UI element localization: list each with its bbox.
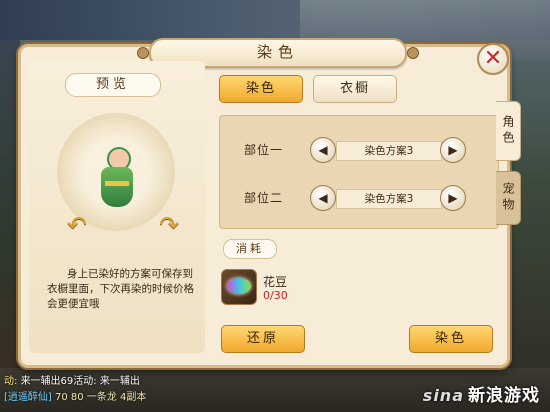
item-count: 0/30 xyxy=(263,289,288,302)
scheme-value: 染色方案3 xyxy=(336,189,442,209)
rotate-right-icon[interactable]: ↷ xyxy=(159,213,183,237)
dye-button[interactable]: 染色 xyxy=(409,325,493,353)
dye-slots: 部位一 ◀ 染色方案3 ▶ 部位二 ◀ 染色方案3 ▶ xyxy=(219,115,499,229)
tab-dye[interactable]: 染色 xyxy=(219,75,303,103)
preview-label: 预览 xyxy=(65,73,161,97)
side-tab-pet[interactable]: 宠物 xyxy=(496,171,521,225)
chat-line-2: [逍遥醉仙] 70 80 一条龙 4副本 xyxy=(4,388,146,403)
chat-prefix: 动: xyxy=(4,376,18,387)
triangle-right-icon: ▶ xyxy=(448,191,458,205)
background-left-edge xyxy=(0,40,20,370)
chat-guild[interactable]: [逍遥醉仙] xyxy=(4,392,52,403)
chat-text: 来一辅出69活动: 来一辅出 xyxy=(20,376,140,387)
item-name: 花豆 xyxy=(263,275,288,289)
title-knob-icon xyxy=(137,47,149,59)
slot-row-2: 部位二 ◀ 染色方案3 ▶ xyxy=(220,184,498,212)
slot-row-1: 部位一 ◀ 染色方案3 ▶ xyxy=(220,136,498,164)
triangle-left-icon: ◀ xyxy=(318,191,328,205)
dye-panel: 染色 衣橱 部位一 ◀ 染色方案3 ▶ 部位二 ◀ 染色方案3 ▶ 消耗 花豆 … xyxy=(215,61,521,355)
description-text: 身上已染好的方案可保存到衣橱里面，下次再染的时候价格会更便宜哦 xyxy=(47,268,194,310)
slot-label: 部位一 xyxy=(244,143,284,157)
next-scheme-button[interactable]: ▶ xyxy=(440,137,466,163)
watermark-text: 新浪游戏 xyxy=(468,386,540,406)
watermark-brand: sina xyxy=(422,386,464,405)
tab-wardrobe[interactable]: 衣橱 xyxy=(313,75,397,103)
triangle-right-icon: ▶ xyxy=(448,143,458,157)
slot-label: 部位二 xyxy=(244,191,284,205)
triangle-left-icon: ◀ xyxy=(318,143,328,157)
prev-scheme-button[interactable]: ◀ xyxy=(310,185,336,211)
scheme-value: 染色方案3 xyxy=(336,141,442,161)
character-body xyxy=(101,167,133,207)
rotate-left-icon[interactable]: ↶ xyxy=(67,213,91,237)
title-knob-icon xyxy=(407,47,419,59)
watermark: sina 新浪游戏 xyxy=(423,381,540,406)
preview-panel: 预览 ↶ ↷ 身上已染好的方案可保存到衣橱里面，下次再染的时候价格会更便宜哦 xyxy=(29,61,205,353)
consume-label: 消耗 xyxy=(223,239,277,259)
next-scheme-button[interactable]: ▶ xyxy=(440,185,466,211)
flower-bean-icon[interactable] xyxy=(221,269,257,305)
chat-line-1: 动: 来一辅出69活动: 来一辅出 xyxy=(4,372,140,387)
chat-text: 70 80 一条龙 4副本 xyxy=(55,392,147,403)
bean-icon xyxy=(227,278,251,294)
character-preview[interactable] xyxy=(97,147,137,211)
dye-dialog: 染色 ✕ 预览 ↶ ↷ 身上已染好的方案可保存到衣橱里面，下次再染的时候价格会更… xyxy=(18,38,521,368)
prev-scheme-button[interactable]: ◀ xyxy=(310,137,336,163)
restore-button[interactable]: 还原 xyxy=(221,325,305,353)
side-tab-role[interactable]: 角色 xyxy=(496,101,521,161)
dialog-title-text: 染色 xyxy=(256,43,299,61)
character-sash xyxy=(105,181,129,186)
